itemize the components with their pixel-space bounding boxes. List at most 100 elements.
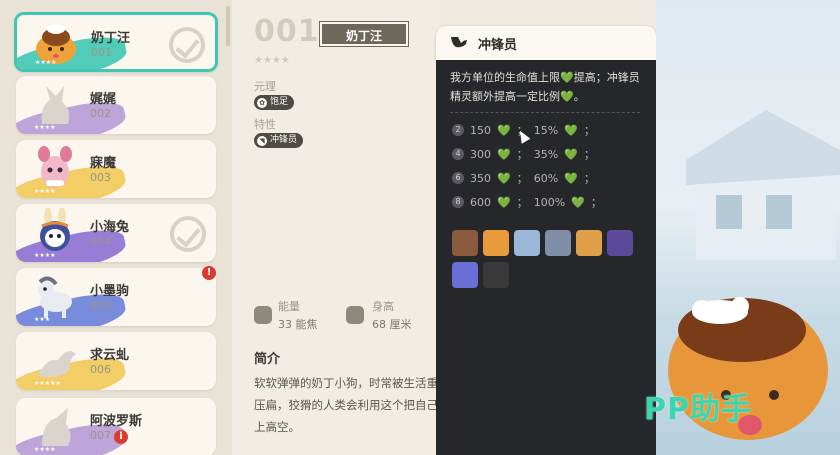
pet-number: 001	[91, 46, 112, 59]
pet-number: 002	[90, 107, 111, 120]
pet-avatar-silhouette	[41, 86, 70, 124]
tier-level: 8	[452, 196, 464, 208]
trait-popup-header: 冲锋员	[436, 26, 656, 60]
rarity-stars: ★★★★	[34, 446, 56, 453]
pet-card-003[interactable]: ★★★★ 寐魔 003	[16, 140, 216, 198]
tier-row: 8 600 💚 ； 100% 💚 ；	[452, 194, 602, 210]
tier-extra: 15%	[533, 123, 559, 137]
trait-pill[interactable]: ◥ 冲锋员	[254, 133, 304, 148]
pet-name: 奶丁汪	[91, 31, 131, 46]
tier-base: 350	[470, 171, 491, 185]
heart-icon: 💚	[497, 171, 511, 185]
tier-extra: 100%	[533, 195, 566, 209]
pet-name: 阿波罗斯	[90, 414, 143, 429]
popup-divider	[450, 112, 640, 113]
element-icon: ✿	[257, 97, 267, 108]
pet-card-005[interactable]: ★★★ 小墨驹 005	[16, 268, 216, 326]
member-avatar[interactable]	[576, 230, 602, 256]
member-avatar[interactable]	[483, 230, 509, 256]
pet-list-sidebar: ★★★★ 奶丁汪 001 ★★★★ 娓娓 002 ★★★★ 寐魔 003 ★★★…	[0, 0, 232, 455]
height-icon	[346, 306, 364, 324]
energy-icon	[254, 306, 272, 324]
pet-name: 求云虬	[90, 348, 130, 363]
heart-icon: 💚	[564, 171, 578, 185]
detail-number: 001	[254, 14, 320, 49]
member-avatar[interactable]	[452, 230, 478, 256]
member-avatar[interactable]	[514, 230, 540, 256]
tier-row: 6 350 💚 ； 60% 💚 ；	[452, 170, 595, 186]
rarity-stars: ★★★★	[34, 252, 56, 259]
element-value: 饱足	[270, 97, 289, 107]
pet-avatar-silhouette	[38, 351, 76, 378]
pet-card-007[interactable]: ★★★★ 阿波罗斯 007	[16, 398, 216, 455]
trait-popup-body: 我方单位的生命值上限💚提高；冲锋员精灵额外提高一定比例💚。 2 150 💚 ； …	[436, 60, 656, 455]
pet-number: 007	[90, 429, 111, 442]
tier-level: 4	[452, 148, 464, 160]
member-avatar[interactable]	[545, 230, 571, 256]
new-alert-icon: !	[202, 266, 216, 280]
pet-card-004[interactable]: ★★★★ 小海兔 004	[16, 204, 216, 262]
rarity-stars: ★★★★★	[34, 380, 61, 387]
pet-number: 003	[90, 171, 111, 184]
heart-icon: 💚	[564, 123, 578, 137]
tier-extra: 60%	[533, 171, 559, 185]
height-value: 68 厘米	[372, 318, 412, 331]
trait-description: 我方单位的生命值上限💚提高；冲锋员精灵额外提高一定比例💚。	[450, 68, 646, 106]
pet-number: 005	[90, 299, 111, 312]
pet-number: 004	[90, 235, 111, 248]
energy-label: 能量	[278, 300, 300, 313]
member-avatar[interactable]	[607, 230, 633, 256]
trait-popup-title: 冲锋员	[478, 38, 518, 53]
heart-icon: 💚	[571, 195, 585, 209]
intro-title: 简介	[254, 352, 281, 367]
pet-avatar	[40, 208, 70, 251]
trait-value: 冲锋员	[270, 135, 298, 145]
desc-part3: 。	[573, 90, 585, 103]
detail-name-tag: 奶丁汪	[319, 21, 409, 47]
pet-number: 006	[90, 363, 111, 376]
watermark-logo: PP助手	[644, 392, 752, 427]
intro-text: 软软弹弹的奶丁小狗，时常被生活重负压扁，狡猾的人类会利用这个把自己弹上高空。	[254, 376, 450, 434]
element-pill[interactable]: ✿ 饱足	[254, 95, 295, 110]
trait-icon: ◥	[257, 135, 267, 146]
collected-check-icon	[170, 216, 206, 252]
pet-card-002[interactable]: ★★★★ 娓娓 002	[16, 76, 216, 134]
pet-card-001[interactable]: ★★★★ 奶丁汪 001	[14, 12, 218, 72]
pet-name: 寐魔	[90, 156, 117, 171]
heart-icon: 💚	[564, 147, 578, 161]
tier-level: 6	[452, 172, 464, 184]
collected-check-icon	[169, 27, 205, 63]
rarity-stars: ★★★★	[35, 59, 57, 66]
pet-detail-panel: 001 奶丁汪 ★★★★ 元理 ✿ 饱足 特性 ◥ 冲锋员 能量 33 能焦 身…	[232, 0, 450, 455]
tier-level: 2	[452, 124, 464, 136]
detail-rarity-stars: ★★★★	[254, 55, 290, 66]
tier-extra: 35%	[533, 147, 559, 161]
tier-base: 150	[470, 123, 491, 137]
pet-name: 娓娓	[90, 92, 117, 107]
pet-name: 小墨驹	[90, 284, 130, 299]
trait-label: 特性	[254, 118, 276, 131]
rarity-stars: ★★★	[34, 316, 51, 323]
energy-value: 33 能焦	[278, 318, 318, 331]
pet-avatar	[38, 146, 72, 188]
heart-icon: 💚	[560, 90, 574, 103]
member-avatar[interactable]	[452, 262, 478, 288]
rarity-stars: ★★★★	[34, 124, 56, 131]
pet-avatar-silhouette	[42, 408, 71, 446]
heart-icon: 💚	[560, 71, 574, 84]
charger-trait-icon	[451, 37, 467, 48]
element-label: 元理	[254, 80, 276, 93]
info-alert-icon: i	[114, 430, 128, 444]
tier-base: 300	[470, 147, 491, 161]
heart-icon: 💚	[497, 147, 511, 161]
height-label: 身高	[372, 300, 394, 313]
pet-name: 小海兔	[90, 220, 130, 235]
pet-avatar	[38, 276, 72, 318]
member-avatar-locked[interactable]	[483, 262, 509, 288]
tier-row: 4 300 💚 ； 35% 💚 ；	[452, 146, 595, 162]
pet-card-006[interactable]: ★★★★★ 求云虬 006	[16, 332, 216, 390]
sidebar-scrollbar[interactable]	[226, 6, 230, 46]
rarity-stars: ★★★★	[34, 188, 56, 195]
heart-icon: 💚	[497, 195, 511, 209]
heart-icon: 💚	[497, 123, 511, 137]
